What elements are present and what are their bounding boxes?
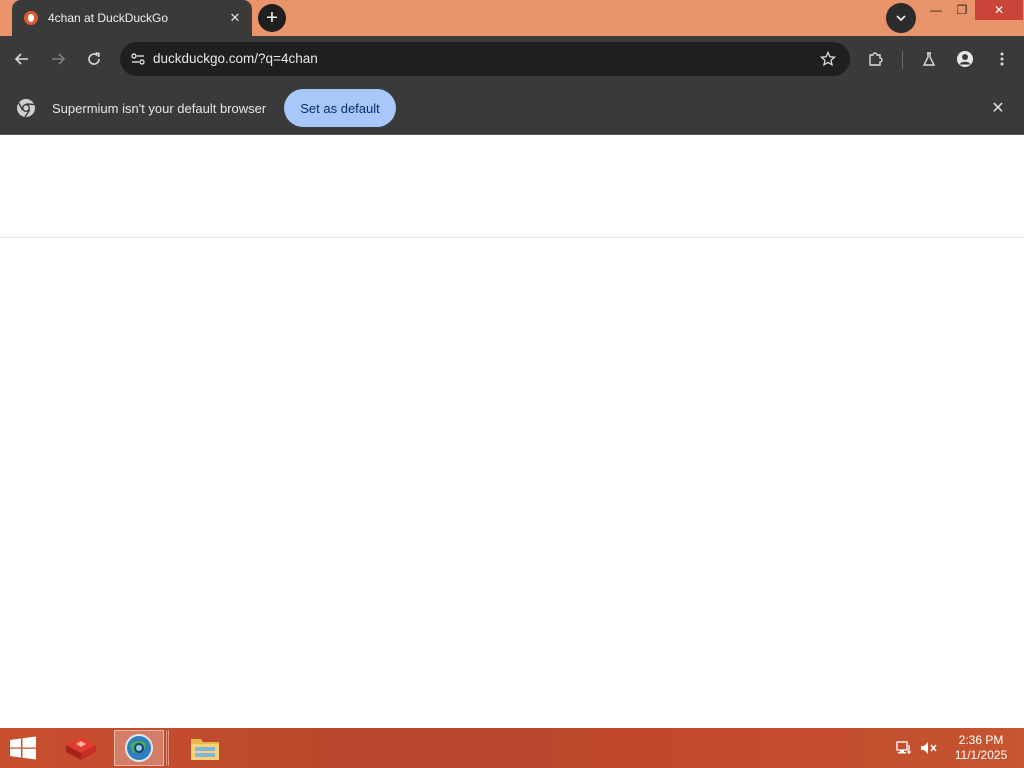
- taskbar-app-browser[interactable]: [114, 730, 164, 766]
- screen: 4chan at DuckDuckGo ✕ + — ❐ ✕ duckduckgo…: [0, 0, 1024, 768]
- system-clock[interactable]: 2:36 PM 11/1/2025: [946, 733, 1016, 763]
- reload-icon: [88, 52, 100, 65]
- browser-toolbar: duckduckgo.com/?q=4chan: [0, 36, 1024, 81]
- volume-muted-icon[interactable]: [920, 740, 938, 756]
- browser-logo-icon: [17, 99, 35, 118]
- restore-button[interactable]: ❐: [947, 0, 977, 20]
- network-icon[interactable]: [896, 740, 914, 756]
- url-text[interactable]: duckduckgo.com/?q=4chan: [153, 51, 318, 66]
- arrow-right-icon: [52, 53, 66, 65]
- menu-button[interactable]: [988, 45, 1016, 73]
- duckduckgo-icon: [24, 11, 38, 25]
- app-cube-icon: [66, 737, 96, 760]
- tab-close-button[interactable]: ✕: [226, 9, 244, 27]
- infobar-message: Supermium isn't your default browser: [52, 101, 267, 116]
- taskbar-app-file-explorer[interactable]: [184, 730, 226, 766]
- tab-title: 4chan at DuckDuckGo: [48, 11, 169, 25]
- window-close-button[interactable]: ✕: [975, 0, 1023, 20]
- extensions-button[interactable]: [862, 45, 890, 73]
- more-vert-icon: [1000, 52, 1004, 66]
- taskbar-app-red[interactable]: [60, 730, 102, 766]
- chevron-down-icon: [896, 15, 906, 22]
- reload-button[interactable]: [80, 45, 108, 73]
- windows-start-icon[interactable]: [8, 736, 38, 760]
- taskbar-group-separator: [166, 730, 169, 766]
- clock-time: 2:36 PM: [958, 733, 1004, 747]
- bookmark-star-icon[interactable]: [818, 49, 838, 69]
- profile-icon: [957, 51, 973, 67]
- folder-icon: [191, 739, 219, 760]
- default-browser-infobar: Supermium isn't your default browser Set…: [0, 81, 1024, 135]
- flask-icon: [922, 52, 936, 66]
- profile-button[interactable]: [951, 45, 979, 73]
- labs-button[interactable]: [915, 45, 943, 73]
- taskbar: 2:36 PM 11/1/2025: [0, 728, 1024, 768]
- tab-search-button[interactable]: [886, 3, 916, 33]
- site-info-icon[interactable]: [128, 49, 148, 69]
- toolbar-divider: [902, 51, 903, 69]
- forward-button[interactable]: [44, 45, 72, 73]
- puzzle-icon: [869, 52, 883, 66]
- back-button[interactable]: [8, 45, 36, 73]
- new-tab-button[interactable]: +: [258, 4, 286, 32]
- page-header-divider: [0, 237, 1024, 238]
- infobar-close-button[interactable]: ✕: [988, 98, 1008, 118]
- page-content: [0, 136, 1024, 728]
- omnibox[interactable]: duckduckgo.com/?q=4chan: [120, 42, 850, 76]
- browser-globe-icon: [125, 734, 153, 762]
- set-as-default-button[interactable]: Set as default: [284, 89, 396, 127]
- browser-titlebar: 4chan at DuckDuckGo ✕ + — ❐ ✕: [0, 0, 1024, 36]
- arrow-left-icon: [14, 53, 28, 65]
- tab-duckduckgo[interactable]: 4chan at DuckDuckGo ✕: [12, 0, 252, 36]
- clock-date: 11/1/2025: [954, 748, 1008, 762]
